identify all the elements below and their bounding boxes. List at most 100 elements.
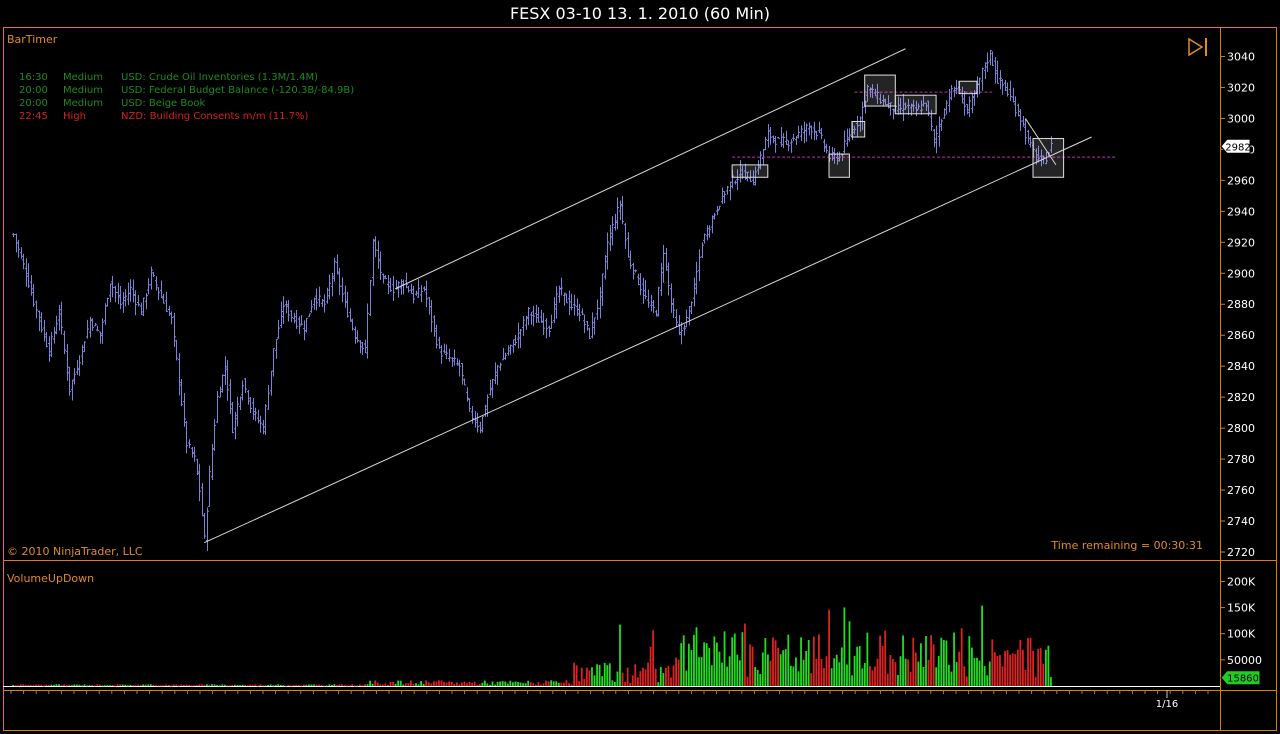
volume-bar[interactable] (392, 681, 394, 686)
volume-bar[interactable] (746, 676, 749, 686)
volume-bar[interactable] (848, 621, 851, 686)
volume-bar[interactable] (914, 652, 917, 686)
volume-bar[interactable] (657, 682, 660, 686)
volume-bar[interactable] (106, 685, 109, 687)
volume-bar[interactable] (568, 683, 570, 686)
volume-bar[interactable] (394, 683, 397, 686)
volume-bar[interactable] (448, 681, 451, 686)
volume-bar[interactable] (211, 684, 213, 686)
volume-bar[interactable] (687, 643, 690, 686)
volume-bar[interactable] (216, 685, 218, 687)
volume-bar[interactable] (884, 630, 887, 686)
volume-bar[interactable] (856, 646, 859, 686)
volume-bar[interactable] (968, 636, 971, 686)
volume-bar[interactable] (784, 649, 787, 686)
volume-bar[interactable] (162, 685, 165, 687)
volume-bar[interactable] (519, 682, 522, 686)
volume-bar[interactable] (333, 684, 336, 686)
volume-bar[interactable] (259, 684, 262, 686)
volume-bar[interactable] (861, 668, 864, 686)
volume-bar[interactable] (361, 685, 364, 687)
consolidation-box[interactable] (828, 153, 850, 178)
volume-bar[interactable] (356, 685, 359, 687)
volume-bar[interactable] (965, 676, 968, 686)
volume-bar[interactable] (537, 681, 540, 686)
volume-bar[interactable] (550, 680, 553, 686)
volume-bar[interactable] (698, 657, 700, 686)
volume-bar[interactable] (27, 684, 30, 686)
consolidation-box[interactable] (851, 121, 866, 138)
volume-bar[interactable] (807, 639, 810, 686)
volume-bar[interactable] (851, 675, 853, 686)
volume-bar[interactable] (769, 660, 772, 686)
volume-bar[interactable] (920, 643, 922, 686)
volume-bar[interactable] (948, 664, 950, 686)
volume-bar[interactable] (853, 655, 856, 686)
volume-bar[interactable] (547, 681, 550, 686)
volume-bar[interactable] (825, 656, 828, 686)
volume-bar[interactable] (341, 684, 343, 686)
volume-bar[interactable] (70, 685, 73, 687)
volume-bar[interactable] (626, 667, 629, 686)
volume-bar[interactable] (930, 635, 932, 686)
volume-bar[interactable] (376, 682, 379, 686)
volume-bar[interactable] (993, 652, 996, 686)
volume-bar[interactable] (585, 667, 588, 686)
volume-bar[interactable] (751, 646, 754, 686)
volume-bar[interactable] (165, 684, 167, 686)
volume-bar[interactable] (407, 683, 410, 686)
volume-bar[interactable] (639, 671, 642, 686)
volume-bar[interactable] (703, 642, 706, 686)
volume-bar[interactable] (545, 680, 547, 686)
volume-bar[interactable] (496, 681, 499, 686)
volume-bar[interactable] (450, 681, 453, 686)
volume-bar[interactable] (14, 685, 17, 687)
volume-bar[interactable] (886, 673, 889, 686)
volume-bar[interactable] (203, 684, 206, 686)
volume-bar[interactable] (672, 665, 675, 686)
volume-bar[interactable] (647, 662, 649, 686)
volume-bar[interactable] (999, 655, 1001, 686)
volume-bar[interactable] (925, 636, 927, 686)
volume-bar[interactable] (175, 684, 178, 686)
volume-bar[interactable] (60, 685, 63, 687)
volume-bar[interactable] (960, 628, 963, 686)
volume-bar[interactable] (274, 684, 277, 686)
volume-bar[interactable] (45, 684, 48, 686)
volume-bar[interactable] (277, 684, 280, 686)
volume-bar[interactable] (721, 662, 723, 686)
volume-bar[interactable] (659, 666, 662, 686)
volume-bar[interactable] (244, 684, 247, 686)
volume-bar[interactable] (894, 662, 897, 686)
volume-bar[interactable] (1022, 649, 1024, 686)
volume-bar[interactable] (402, 684, 405, 686)
volume-bar[interactable] (741, 632, 744, 686)
volume-bar[interactable] (458, 684, 461, 686)
volume-bar[interactable] (249, 684, 252, 686)
volume-bar[interactable] (494, 684, 496, 686)
volume-bar[interactable] (104, 685, 106, 687)
volume-bar[interactable] (833, 658, 836, 686)
volume-bar[interactable] (524, 683, 527, 686)
volume-bar[interactable] (124, 684, 127, 686)
volume-bar[interactable] (665, 667, 667, 686)
volume-bar[interactable] (111, 685, 114, 687)
volume-bar[interactable] (246, 685, 249, 687)
volume-bar[interactable] (871, 670, 874, 686)
volume-bar[interactable] (902, 635, 904, 686)
volume-bar[interactable] (226, 685, 229, 687)
volume-bar[interactable] (58, 684, 60, 686)
volume-bar[interactable] (738, 660, 741, 686)
volume-bar[interactable] (909, 671, 912, 686)
volume-bar[interactable] (591, 667, 593, 686)
volume-bar[interactable] (142, 684, 145, 686)
volume-bar[interactable] (540, 684, 542, 686)
volume-bar[interactable] (649, 646, 652, 686)
volume-bar[interactable] (346, 685, 349, 687)
volume-bar[interactable] (945, 640, 948, 686)
volume-bar[interactable] (971, 647, 973, 686)
volume-bar[interactable] (32, 685, 35, 687)
volume-bar[interactable] (336, 685, 338, 687)
volume-bar[interactable] (190, 685, 193, 687)
volume-bar[interactable] (843, 607, 846, 686)
